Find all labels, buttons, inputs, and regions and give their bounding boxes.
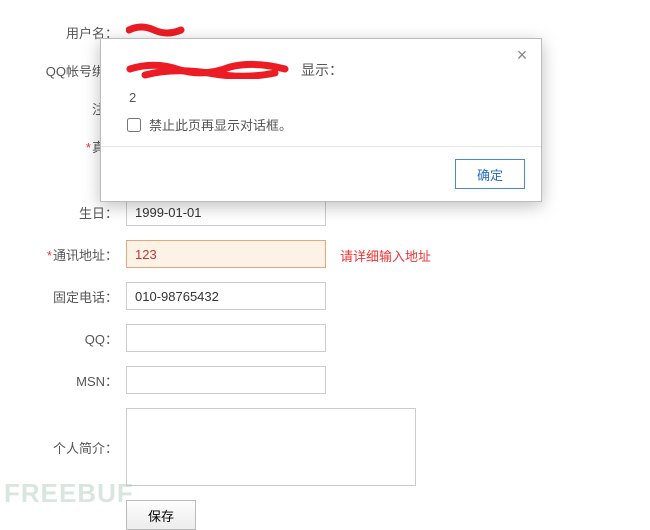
required-mark: * [86, 140, 91, 155]
ok-button[interactable]: 确定 [455, 159, 525, 189]
dialog-body: 显示： 2 禁止此页再显示对话框。 [101, 39, 541, 146]
row-save: 保存 [126, 500, 650, 530]
row-bio: 个人简介： [0, 408, 650, 486]
suppress-label: 禁止此页再显示对话框。 [149, 115, 292, 134]
watermark: FREEBUF [4, 478, 134, 509]
row-birthday: 生日： [0, 198, 650, 226]
bio-field[interactable] [126, 408, 416, 486]
row-msn: MSN： [0, 366, 650, 394]
suppress-checkbox[interactable] [127, 118, 141, 132]
row-qq: QQ： [0, 324, 650, 352]
dialog-footer: 确定 [101, 146, 541, 201]
label-msn: MSN： [0, 366, 118, 390]
msn-field[interactable] [126, 366, 326, 394]
close-icon[interactable]: × [513, 47, 531, 65]
label-phone: 固定电话： [0, 282, 118, 306]
required-mark: * [47, 248, 52, 263]
label-address: *通讯地址： [0, 240, 118, 264]
save-button[interactable]: 保存 [126, 500, 196, 530]
alert-dialog: × 显示： 2 禁止此页再显示对话框。 确定 [100, 38, 542, 202]
qq-field[interactable] [126, 324, 326, 352]
label-qq: QQ： [0, 324, 118, 348]
dialog-origin: 显示： [125, 57, 521, 82]
dialog-says: 显示： [301, 60, 343, 82]
row-phone: 固定电话： [0, 282, 650, 310]
address-field[interactable] [126, 240, 326, 268]
dialog-message: 2 [129, 90, 521, 105]
redacted-origin [125, 57, 295, 82]
row-address: *通讯地址： 请详细输入地址 [0, 240, 650, 268]
redacted-username [126, 21, 186, 39]
suppress-row[interactable]: 禁止此页再显示对话框。 [127, 115, 521, 134]
birthday-field[interactable] [126, 198, 326, 226]
phone-field[interactable] [126, 282, 326, 310]
address-error: 请详细输入地址 [340, 240, 431, 265]
label-bio: 个人简介： [0, 408, 118, 457]
